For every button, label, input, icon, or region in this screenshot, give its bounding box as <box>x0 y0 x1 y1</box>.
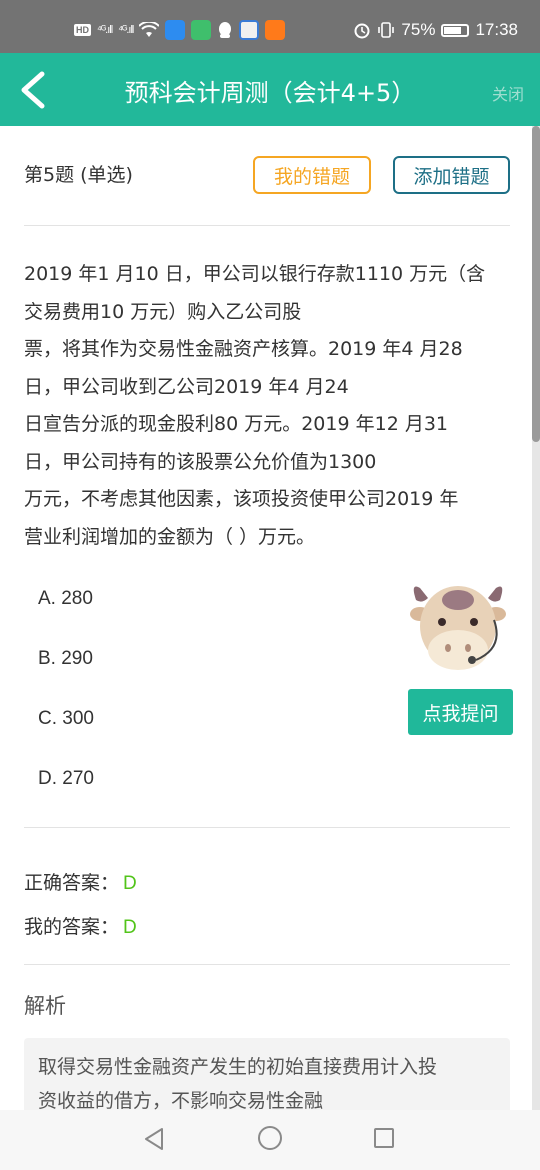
system-nav-bar <box>0 1110 540 1170</box>
divider <box>24 964 510 965</box>
option-c[interactable]: C. 300 <box>38 708 94 768</box>
qq-icon <box>219 22 232 38</box>
question-line: 2019 年1 月10 日，甲公司以银行存款1110 万元（含 <box>24 263 486 285</box>
option-d[interactable]: D. 270 <box>38 768 94 828</box>
cow-mascot-icon[interactable] <box>406 574 510 678</box>
app-notification-icon <box>239 20 260 40</box>
divider <box>24 827 510 828</box>
close-button[interactable]: 关闭 <box>492 81 524 105</box>
hd-indicator: HD <box>74 24 91 36</box>
question-index-label: 第5题 (单选) <box>24 164 133 186</box>
my-answer-label: 我的答案： <box>24 916 120 938</box>
analysis-line: 资收益的借方，不影响交易性金融 <box>38 1090 324 1110</box>
options-list: A. 280 B. 290 C. 300 D. 270 <box>38 588 94 828</box>
add-wrong-question-button[interactable]: 添加错题 <box>393 156 510 194</box>
correct-answer-row: 正确答案： D <box>24 868 137 895</box>
scrollbar[interactable] <box>532 126 540 1110</box>
my-answer-value: D <box>123 917 137 938</box>
clock: 17:38 <box>475 20 518 39</box>
status-right-icons: 75% 17:38 <box>353 20 518 40</box>
status-left-icons: HD ⁴ᴳ.ıll ⁴ᴳ.ıll <box>74 20 286 40</box>
analysis-line: 取得交易性金融资产发生的初始直接费用计入投 <box>38 1056 438 1078</box>
battery-percent: 75% <box>401 20 436 39</box>
question-line: 万元，不考虑其他因素，该项投资使甲公司2019 年 <box>24 488 459 510</box>
signal-icon: ⁴ᴳ.ıll <box>118 24 134 36</box>
ask-question-button[interactable]: 点我提问 <box>408 689 513 735</box>
option-b[interactable]: B. 290 <box>38 648 94 708</box>
correct-answer-value: D <box>123 873 137 894</box>
alarm-icon <box>354 23 370 39</box>
app-notification-icon <box>191 20 212 40</box>
my-answer-row: 我的答案： D <box>24 912 137 939</box>
battery-level-fill <box>444 26 461 34</box>
question-stem: 2019 年1 月10 日，甲公司以银行存款1110 万元（含 交易费用10 万… <box>24 256 514 556</box>
analysis-title: 解析 <box>24 994 66 1018</box>
nav-recent-apps-icon[interactable] <box>374 1128 394 1148</box>
wifi-icon <box>139 22 160 37</box>
scroll-thumb[interactable] <box>532 126 540 442</box>
question-line: 营业利润增加的金额为（ ）万元。 <box>24 525 316 548</box>
option-a[interactable]: A. 280 <box>38 588 94 648</box>
my-wrong-questions-button[interactable]: 我的错题 <box>253 156 371 194</box>
vibrate-icon <box>378 22 395 38</box>
app-header: 预科会计周测（会计4+5） 关闭 <box>0 53 540 126</box>
correct-answer-label: 正确答案： <box>24 872 120 894</box>
signal-icon: ⁴ᴳ.ıll <box>97 24 113 36</box>
question-line: 日，甲公司收到乙公司2019 年4 月24 <box>24 375 349 398</box>
nav-back-icon[interactable] <box>143 1127 165 1151</box>
battery-icon <box>441 23 470 37</box>
app-notification-icon <box>265 20 286 40</box>
app-notification-icon <box>165 20 186 40</box>
analysis-box: 取得交易性金融资产发生的初始直接费用计入投 资收益的借方，不影响交易性金融 <box>24 1038 510 1110</box>
nav-home-icon[interactable] <box>258 1126 282 1150</box>
question-line: 票，将其作为交易性金融资产核算。2019 年4 月28 <box>24 338 463 360</box>
page-title: 预科会计周测（会计4+5） <box>124 79 416 107</box>
question-line: 交易费用10 万元）购入乙公司股 <box>24 300 302 323</box>
question-line: 日，甲公司持有的该股票公允价值为1300 <box>24 450 377 473</box>
divider <box>24 225 510 226</box>
question-line: 日宣告分派的现金股利80 万元。2019 年12 月31 <box>24 413 449 435</box>
